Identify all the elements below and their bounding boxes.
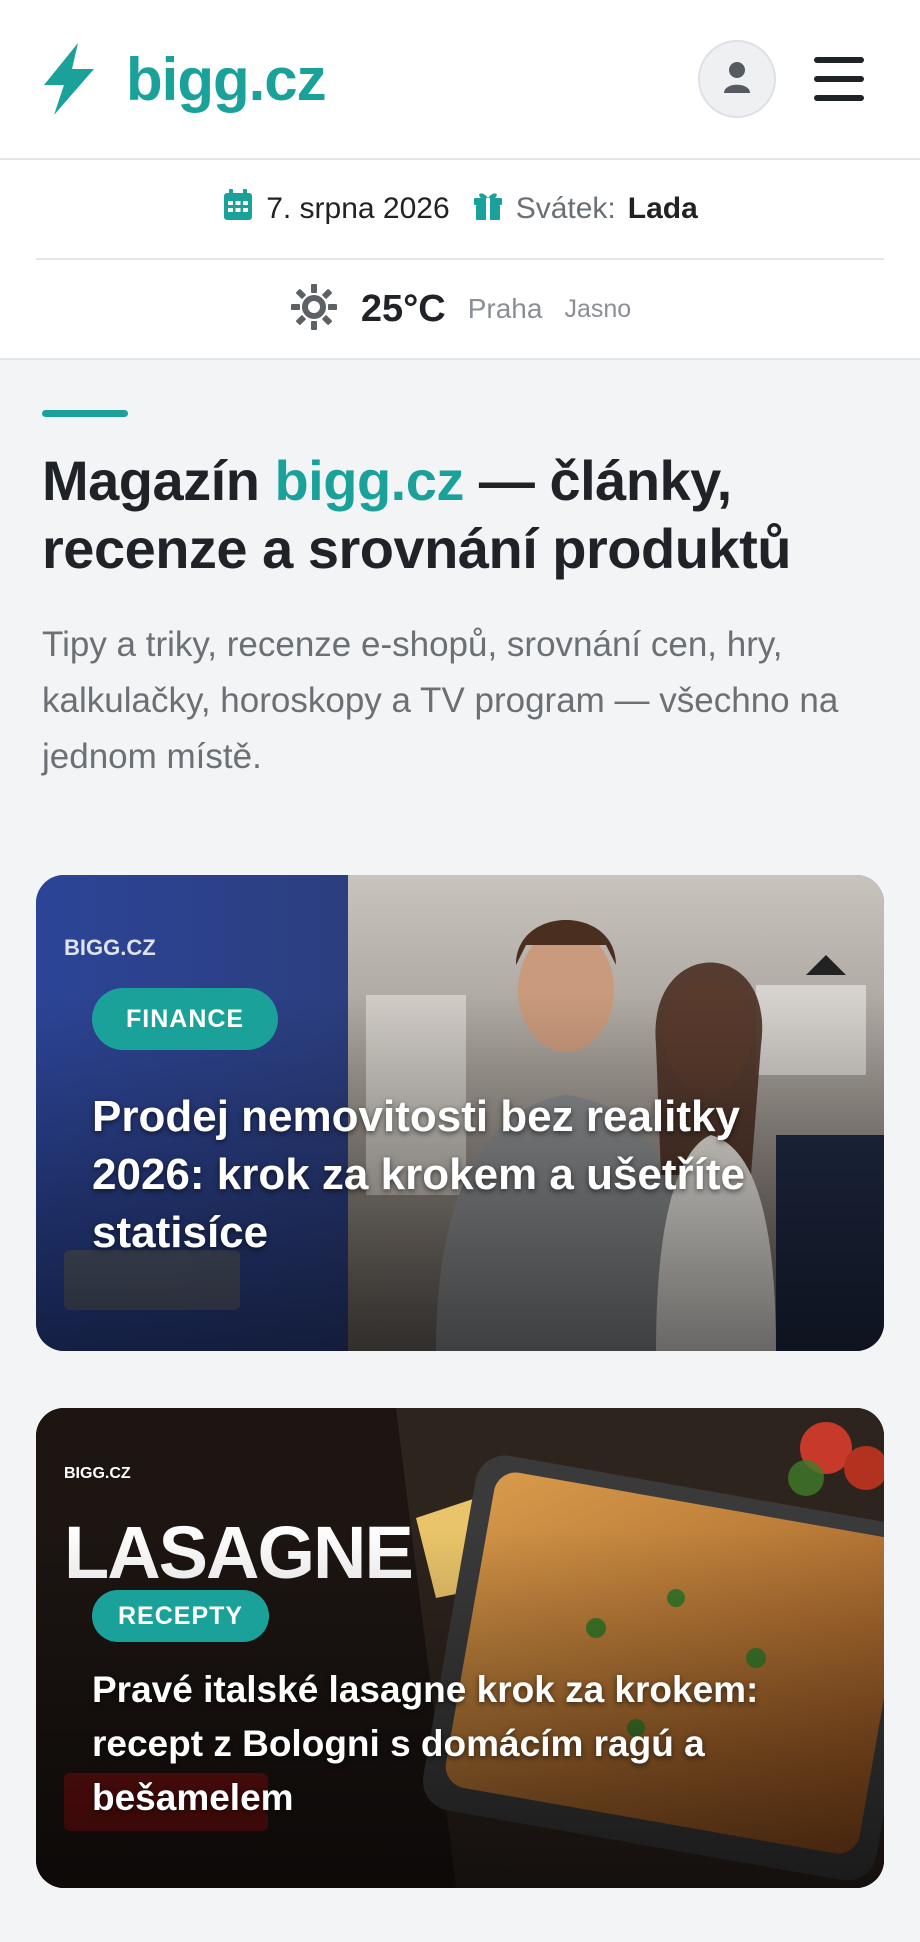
sun-icon [289,282,339,337]
page-title: Magazín bigg.cz — články, recenze a srov… [42,449,791,580]
account-button[interactable] [698,40,776,118]
hamburger-menu-icon[interactable] [814,57,864,101]
site-header: bigg.cz [0,0,920,160]
current-date: 7. srpna 2026 [266,192,450,225]
brand-name: bigg.cz [126,45,327,113]
weather-temperature: 25°C [360,287,446,330]
category-badge[interactable]: FINANCE [92,988,279,1050]
article-title[interactable]: Prodej nemovitosti bez realitky 2026: kr… [92,1088,834,1262]
weather-condition: Jasno [564,294,632,323]
article-image-brand: BIGG.CZ [64,1465,131,1482]
article-image-brand: BIGG.CZ [64,935,156,960]
page-lead: Tipy a triky, recenze e-shopů, srovnání … [42,625,839,776]
calendar-icon [222,188,254,230]
category-badge[interactable]: RECEPTY [92,1590,270,1642]
weather-city: Praha [467,293,543,324]
article-title[interactable]: Pravé italské lasagne krok za krokem: re… [92,1663,834,1825]
gift-icon [472,189,504,229]
article-card[interactable]: BIGG.CZ LASAGNE RECEPTY Pravé italské la… [36,1408,884,1888]
nameday-name: Lada [627,192,698,225]
lightning-bolt-icon [38,41,98,117]
weather-widget: 25°C Praha Jasno [0,260,920,358]
info-bar: 7. srpna 2026 Svátek: Lada 25°C Praha Ja… [0,160,920,360]
article-card[interactable]: BIGG.CZ FINANCE Prodej nemovitosti bez r… [36,875,884,1351]
intro-section: Magazín bigg.cz — články, recenze a srov… [0,360,920,785]
nameday-label: Svátek: [515,192,616,225]
brand-logo-link[interactable]: bigg.cz [38,41,327,117]
user-icon [722,60,752,99]
accent-divider [42,410,128,417]
